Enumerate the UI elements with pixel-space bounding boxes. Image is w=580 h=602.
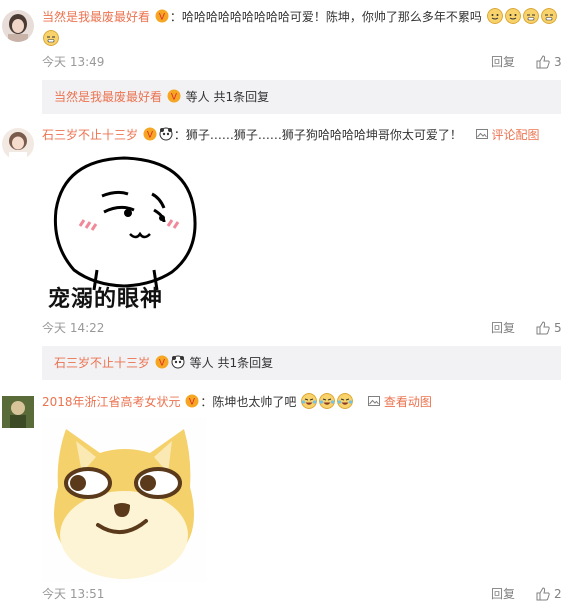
comment-username[interactable]: 2018年浙江省高考女状元 — [42, 395, 181, 409]
comment-image[interactable]: 宠溺的眼神 — [42, 150, 207, 315]
reply-username[interactable]: 石三岁不止十三岁 — [54, 356, 150, 370]
picture-icon — [368, 396, 381, 406]
reply-button[interactable]: 回复 — [491, 586, 515, 602]
reply-button[interactable]: 回复 — [491, 320, 515, 336]
vip-badge-icon: V — [143, 127, 157, 141]
reply-count-text: 等人 共1条回复 — [189, 356, 274, 370]
panda-badge-icon — [171, 355, 185, 369]
like-count: 2 — [554, 587, 562, 601]
thumb-up-icon — [536, 321, 550, 335]
comment-image[interactable] — [42, 417, 207, 582]
emoji-face-icon — [504, 8, 521, 24]
laughing-tears-icon — [319, 393, 336, 409]
comment-text: 陈坤也太帅了吧 — [212, 395, 297, 409]
like-button[interactable]: 5 — [536, 320, 562, 336]
image-caption: 宠溺的眼神 — [48, 287, 164, 312]
reply-button[interactable]: 回复 — [491, 54, 515, 70]
picture-icon — [475, 129, 488, 139]
reply-count-text: 等人 共1条回复 — [185, 90, 270, 104]
emoji-face-icon — [540, 8, 557, 24]
comment-text: 狮子……狮子……狮子狗哈哈哈哈坤哥你太可爱了！ — [185, 128, 462, 142]
svg-text:V: V — [189, 398, 196, 408]
thumb-up-icon — [536, 587, 550, 601]
comment-time: 今天 13:49 — [42, 55, 105, 69]
comment-username[interactable]: 当然是我最废最好看 — [42, 10, 150, 24]
like-button[interactable]: 3 — [536, 54, 562, 70]
laughing-tears-icon — [337, 393, 354, 409]
vip-badge-icon: V — [155, 355, 169, 369]
like-count: 5 — [554, 321, 562, 335]
vip-badge-icon: V — [155, 9, 169, 23]
comment-time: 今天 13:51 — [42, 587, 105, 601]
comment-time: 今天 14:22 — [42, 321, 105, 335]
avatar[interactable] — [2, 396, 34, 428]
like-count: 3 — [554, 55, 562, 69]
reply-summary[interactable]: 石三岁不止十三岁 V 等人 共1条回复 — [42, 346, 561, 380]
svg-text:V: V — [147, 131, 154, 141]
view-picture-link[interactable]: 评论配图 — [475, 128, 540, 142]
reply-username[interactable]: 当然是我最废最好看 — [54, 90, 162, 104]
svg-text:V: V — [171, 93, 178, 103]
svg-text:V: V — [159, 359, 166, 369]
vip-badge-icon: V — [167, 89, 181, 103]
emoji-face-icon — [522, 8, 539, 24]
emoji-face-icon — [43, 30, 59, 46]
reply-summary[interactable]: 当然是我最废最好看 V 等人 共1条回复 — [42, 80, 561, 114]
avatar[interactable] — [2, 10, 34, 42]
comment-text: 哈哈哈哈哈哈哈哈哈可爱！陈坤，你帅了那么多年不累吗 — [181, 10, 482, 24]
avatar[interactable] — [2, 128, 34, 160]
view-gif-link[interactable]: 查看动图 — [368, 395, 432, 409]
emoji-face-icon — [486, 8, 503, 24]
like-button[interactable]: 2 — [536, 586, 562, 602]
svg-text:V: V — [159, 13, 166, 23]
comment-username[interactable]: 石三岁不止十三岁 — [42, 128, 138, 142]
panda-badge-icon — [159, 127, 173, 141]
laughing-tears-icon — [301, 393, 318, 409]
vip-badge-icon: V — [185, 394, 199, 408]
thumb-up-icon — [536, 55, 550, 69]
